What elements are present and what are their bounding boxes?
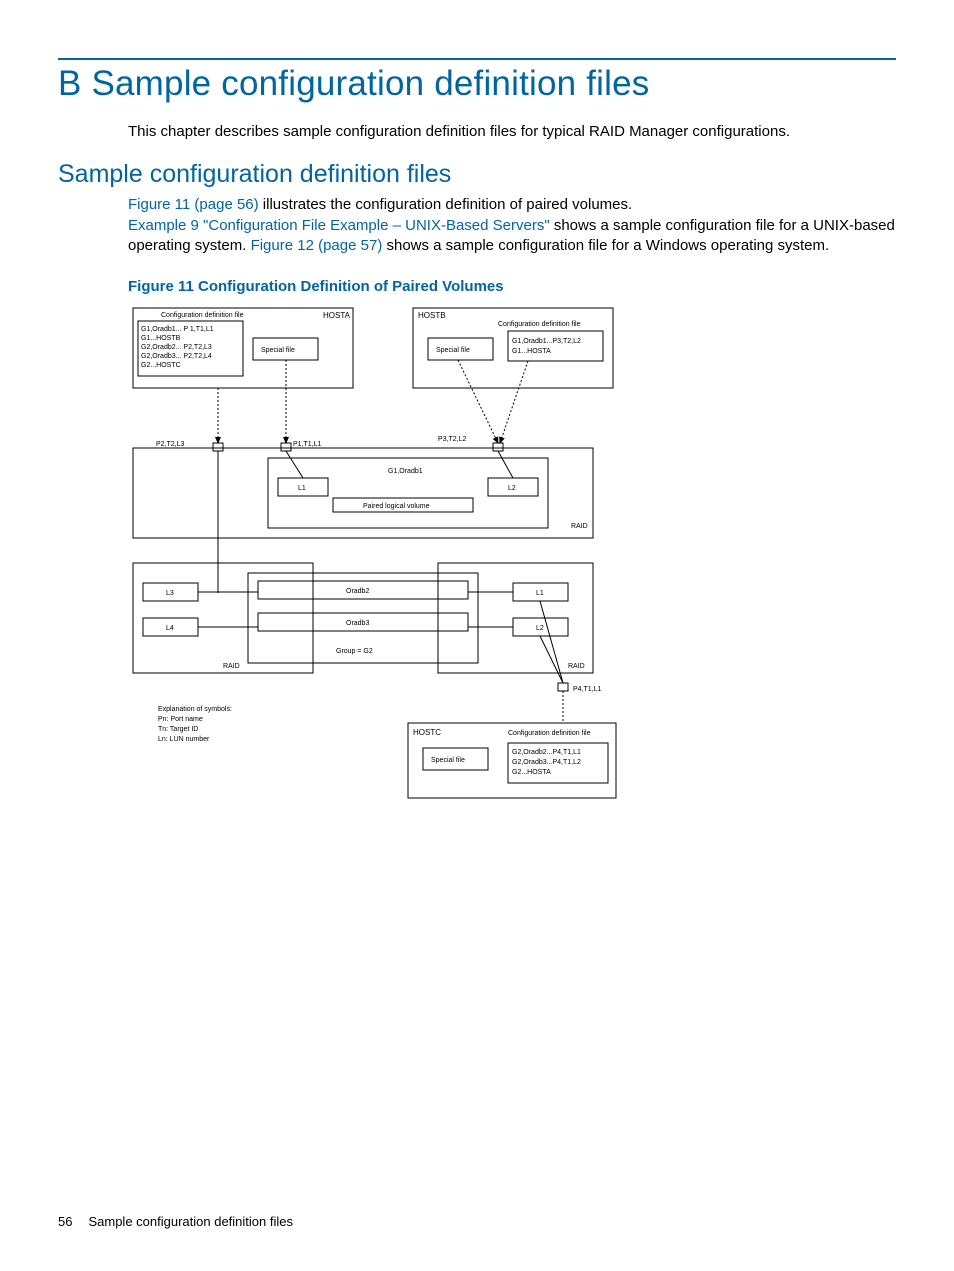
port-label: P3,T2,L2 [438,436,467,443]
page-title: B Sample configuration definition files [58,64,896,104]
special-file-label: Special file [261,347,295,354]
lun-label: L2 [536,625,544,632]
row-label: Oradb3 [346,620,369,627]
config-label: Configuration definition file [508,730,591,737]
legend-title: Explanation of symbols: [158,706,232,713]
config-line: G2,Oradb3... P2,T2,L4 [141,353,212,360]
config-line: G2,Oradb2...P4,T1,L1 [512,749,581,756]
section-heading: Sample configuration definition files [58,160,896,189]
lun-label: L1 [298,485,306,492]
top-rule [58,58,896,60]
lun-label: L4 [166,625,174,632]
text: illustrates the configuration definition… [259,196,633,213]
text: shows a sample configuration file for a … [382,237,829,254]
lun-label: L2 [508,485,516,492]
raid-label: RAID [571,523,588,530]
row-label: Oradb2 [346,588,369,595]
link-example-9[interactable]: Example 9 "Configuration File Example – … [128,217,550,234]
config-line: G1...HOSTB [141,335,181,342]
legend-line: Pn: Port name [158,716,203,723]
legend-line: Ln: LUN number [158,736,210,743]
config-line: G1,Oradb1... P 1,T1,L1 [141,326,214,333]
pair-label: Paired logical volume [363,503,430,510]
lun-label: L3 [166,590,174,597]
intro-paragraph: This chapter describes sample configurat… [128,122,896,142]
config-line: G2...HOSTC [141,362,181,369]
legend-line: Tn: Target ID [158,726,198,733]
config-label: Configuration definition file [161,312,244,319]
host-label: HOSTA [323,311,351,320]
page-footer: 56 Sample configuration definition files [58,1214,293,1229]
raid-label: RAID [223,663,240,670]
port-label: P2,T2,L3 [156,441,185,448]
config-line: G2,Oradb3...P4,T1,L2 [512,759,581,766]
lun-label: L1 [536,590,544,597]
raid-label: RAID [568,663,585,670]
config-line: G2,Oradb2... P2,T2,L3 [141,344,212,351]
footer-title: Sample configuration definition files [88,1214,293,1229]
group-label: G1,Oradb1 [388,468,423,475]
figure-diagram: HOSTA Configuration definition file G1,O… [128,303,896,823]
group-g2-label: Group = G2 [336,648,373,655]
port-label: P4,T1,L1 [573,686,602,693]
config-line: G1...HOSTA [512,348,551,355]
special-file-label: Special file [431,757,465,764]
link-figure-12[interactable]: Figure 12 (page 57) [251,237,383,254]
link-figure-11[interactable]: Figure 11 (page 56) [128,196,259,213]
config-label: Configuration definition file [498,321,581,328]
body-paragraph: Figure 11 (page 56) illustrates the conf… [128,195,896,256]
special-file-label: Special file [436,347,470,354]
figure-caption: Figure 11 Configuration Definition of Pa… [128,278,896,295]
config-line: G2...HOSTA [512,769,551,776]
svg-text:HOSTC: HOSTC [413,728,441,737]
svg-text:HOSTB: HOSTB [418,311,446,320]
port-label: P1,T1,L1 [293,441,322,448]
page-number: 56 [58,1214,72,1229]
config-line: G1,Oradb1...P3,T2,L2 [512,338,581,345]
